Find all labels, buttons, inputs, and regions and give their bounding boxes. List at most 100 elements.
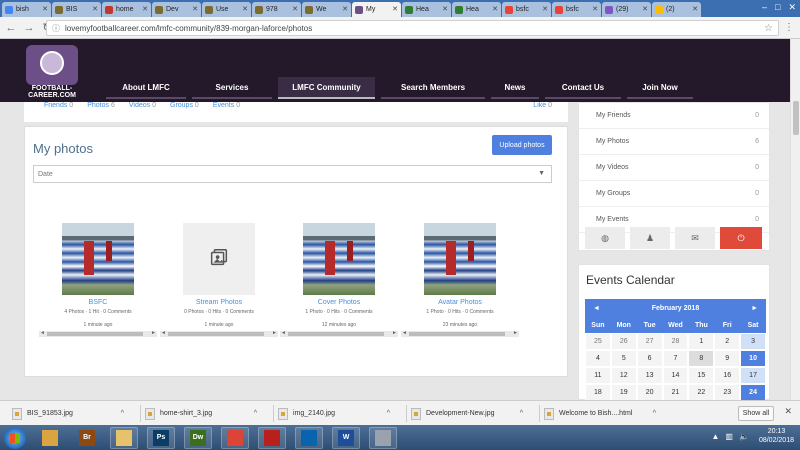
download-item[interactable]: home-shirt_3.jpg ^ — [145, 406, 265, 421]
browser-tab[interactable]: We ✕ — [302, 2, 351, 17]
calendar-day[interactable]: 1 — [688, 333, 715, 350]
calendar-day[interactable]: 9 — [714, 350, 741, 367]
page-info-icon[interactable]: ⓘ — [52, 23, 60, 34]
start-button[interactable] — [4, 426, 26, 449]
calendar-day[interactable]: 25 — [585, 333, 611, 350]
calendar-day[interactable]: 27 — [636, 333, 663, 350]
tab-close-icon[interactable]: ✕ — [392, 5, 398, 13]
album-scrollbar[interactable]: ◄ ► — [39, 330, 157, 337]
browser-tab[interactable]: Dev ✕ — [152, 2, 201, 17]
scrollbar-thumb[interactable] — [47, 332, 143, 336]
scroll-left-icon[interactable]: ◄ — [161, 330, 166, 336]
back-icon[interactable]: ← — [4, 22, 18, 34]
album-title[interactable]: Cover Photos — [278, 299, 400, 306]
calendar-next-icon[interactable]: ► — [751, 305, 758, 312]
chevron-up-icon[interactable]: ^ — [653, 410, 656, 417]
url-input[interactable]: ⓘ lovemyfootballcareer.com/lmfc-communit… — [46, 20, 779, 36]
tab-close-icon[interactable]: ✕ — [242, 5, 248, 13]
nav-join-now[interactable]: Join Now — [627, 77, 693, 99]
scrollbar-thumb[interactable] — [409, 332, 505, 336]
album-scrollbar[interactable]: ◄ ► — [401, 330, 519, 337]
calendar-day[interactable]: 6 — [636, 350, 663, 367]
calendar-day[interactable]: 11 — [585, 367, 611, 384]
close-downloads-icon[interactable]: ✕ — [784, 406, 792, 417]
tray-arrow-icon[interactable]: ▲ — [712, 432, 720, 441]
calendar-day[interactable]: 4 — [585, 350, 611, 367]
chevron-up-icon[interactable]: ^ — [121, 410, 124, 417]
browser-tab[interactable]: home ✕ — [102, 2, 151, 17]
word-app[interactable]: W — [332, 426, 360, 449]
browser-tab[interactable]: (2) ✕ — [652, 2, 701, 17]
album-title[interactable]: Stream Photos — [158, 299, 280, 306]
tab-close-icon[interactable]: ✕ — [442, 5, 448, 13]
scrollbar-thumb[interactable] — [288, 332, 384, 336]
album-thumbnail[interactable] — [303, 223, 375, 295]
sidebar-item-my-groups[interactable]: My Groups 0 — [579, 181, 769, 207]
scroll-right-icon[interactable]: ► — [513, 330, 518, 336]
stat-photos-link[interactable]: Photos 6 — [87, 102, 115, 109]
scroll-left-icon[interactable]: ◄ — [40, 330, 45, 336]
calendar-day[interactable]: 23 — [714, 384, 741, 400]
album-thumbnail[interactable] — [62, 223, 134, 295]
calendar-day[interactable]: 16 — [714, 367, 741, 384]
album-scrollbar[interactable]: ◄ ► — [280, 330, 398, 337]
calendar-day[interactable]: 26 — [610, 333, 637, 350]
scrollbar-thumb[interactable] — [168, 332, 264, 336]
calendar-day[interactable]: 21 — [662, 384, 689, 400]
tab-close-icon[interactable]: ✕ — [92, 5, 98, 13]
bookmark-star-icon[interactable]: ☆ — [764, 23, 773, 34]
bridge-app[interactable]: Br — [73, 427, 101, 449]
browser-tab[interactable]: BIS ✕ — [52, 2, 101, 17]
tab-close-icon[interactable]: ✕ — [292, 5, 298, 13]
tab-close-icon[interactable]: ✕ — [42, 5, 48, 13]
browser-tab[interactable]: Hea ✕ — [402, 2, 451, 17]
dreamweaver-app[interactable]: Dw — [184, 426, 212, 449]
browser-tab[interactable]: Hea ✕ — [452, 2, 501, 17]
browser-tab[interactable]: (29) ✕ — [602, 2, 651, 17]
nav-search-members[interactable]: Search Members — [381, 77, 485, 99]
download-item[interactable]: Welcome to Bish....html ^ — [544, 406, 664, 421]
calendar-day[interactable]: 14 — [662, 367, 689, 384]
tools-app[interactable] — [369, 426, 397, 449]
scroll-right-icon[interactable]: ► — [392, 330, 397, 336]
chevron-up-icon[interactable]: ^ — [520, 410, 523, 417]
download-item[interactable]: img_2140.jpg ^ — [278, 406, 398, 421]
forward-icon[interactable]: → — [22, 22, 36, 34]
clock[interactable]: 20:13 08/02/2018 — [759, 427, 794, 445]
browser-tab[interactable]: My ✕ — [352, 2, 401, 17]
tab-close-icon[interactable]: ✕ — [592, 5, 598, 13]
calendar-day[interactable]: 19 — [610, 384, 637, 400]
browser-tab[interactable]: Use ✕ — [202, 2, 251, 17]
album-title[interactable]: Avatar Photos — [399, 299, 521, 306]
scrollbar-thumb[interactable] — [793, 101, 799, 135]
calendar-day[interactable]: 20 — [636, 384, 663, 400]
calendar-day[interactable]: 28 — [662, 333, 689, 350]
maximize-icon[interactable]: □ — [775, 2, 780, 13]
site-logo[interactable]: FOOTBALL-CAREER.COM — [16, 45, 88, 99]
calendar-day[interactable]: 7 — [662, 350, 689, 367]
calendar-day[interactable]: 8 — [688, 350, 715, 367]
calendar-day[interactable]: 13 — [636, 367, 663, 384]
tab-close-icon[interactable]: ✕ — [642, 5, 648, 13]
tab-close-icon[interactable]: ✕ — [342, 5, 348, 13]
calendar-day[interactable]: 10 — [740, 350, 766, 367]
stat-events-link[interactable]: Events 0 — [213, 102, 240, 109]
scroll-right-icon[interactable]: ► — [272, 330, 277, 336]
browser-tab[interactable]: bish ✕ — [2, 2, 51, 17]
browser-tab[interactable]: bsfc ✕ — [502, 2, 551, 17]
photoshop-app[interactable]: Ps — [147, 426, 175, 449]
volume-icon[interactable]: 🔈 — [739, 432, 749, 441]
tab-close-icon[interactable]: ✕ — [692, 5, 698, 13]
nav-services[interactable]: Services — [192, 77, 272, 99]
filezilla-app[interactable] — [258, 426, 286, 449]
download-item[interactable]: BIS_91853.jpg ^ — [12, 406, 132, 421]
chevron-up-icon[interactable]: ^ — [254, 410, 257, 417]
scroll-right-icon[interactable]: ► — [151, 330, 156, 336]
nav-lmfc-community[interactable]: LMFC Community — [278, 77, 375, 99]
show-all-button[interactable]: Show all — [738, 406, 774, 421]
calendar-day[interactable]: 3 — [740, 333, 766, 350]
explorer-app[interactable] — [36, 427, 64, 449]
user-icon[interactable]: ♟ — [630, 227, 670, 249]
nav-about-lmfc[interactable]: About LMFC — [106, 77, 186, 99]
close-window-icon[interactable]: ✕ — [788, 2, 796, 13]
